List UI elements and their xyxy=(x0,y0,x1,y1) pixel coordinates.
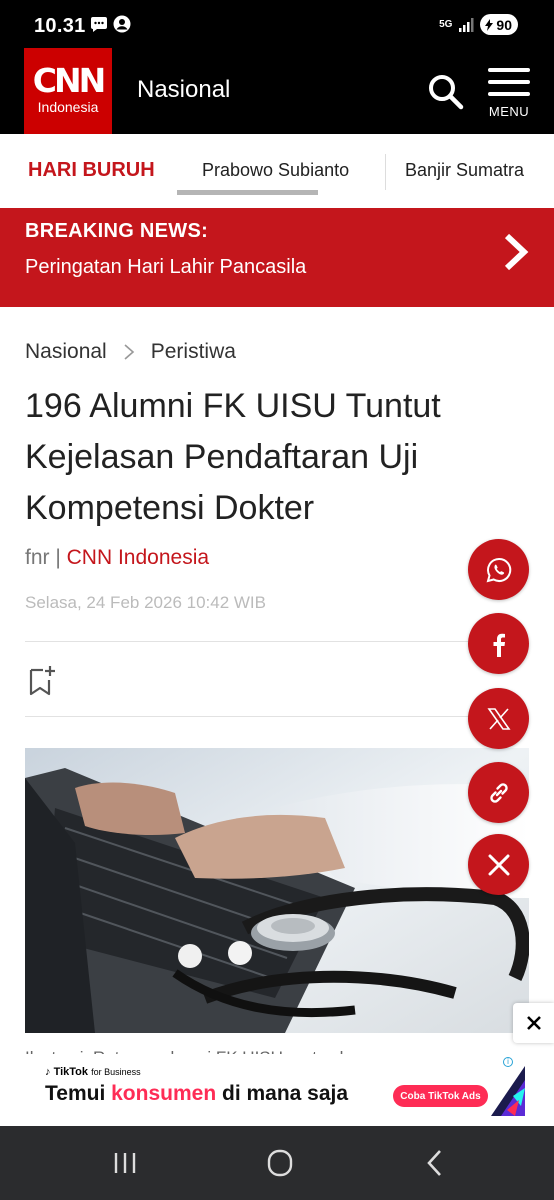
back-icon[interactable] xyxy=(413,1146,457,1180)
topic-scroll-indicator xyxy=(177,190,318,195)
article-author: fnr xyxy=(25,546,50,569)
recent-apps-icon[interactable] xyxy=(103,1146,147,1180)
whatsapp-icon xyxy=(486,557,511,582)
hamburger-icon-line xyxy=(488,92,530,96)
article-photo[interactable] xyxy=(25,748,529,1033)
chevron-right-icon xyxy=(124,344,134,360)
status-time: 10.31 xyxy=(34,15,86,37)
topic-hari-buruh[interactable]: HARI BURUH xyxy=(28,159,155,182)
x-icon xyxy=(486,707,511,730)
chevron-right-icon[interactable] xyxy=(498,230,534,274)
topic-banjir-sumatra[interactable]: Banjir Sumatra xyxy=(405,160,524,181)
site-header: CNN Indonesia Nasional MENU xyxy=(0,48,554,134)
home-icon[interactable] xyxy=(258,1146,302,1180)
close-icon xyxy=(488,854,509,875)
share-copy-link-button[interactable] xyxy=(468,762,529,823)
chat-bubble-icon xyxy=(91,17,107,32)
ad-brand: ♪ TikTok for Business xyxy=(45,1066,141,1078)
signal-icon xyxy=(459,17,474,32)
ad-decorative-graphic xyxy=(491,1066,525,1116)
breadcrumb-item-nasional[interactable]: Nasional xyxy=(25,340,107,364)
tiktok-logo-icon: ♪ xyxy=(45,1066,51,1078)
divider xyxy=(25,716,529,717)
share-x-button[interactable] xyxy=(468,688,529,749)
topic-tabs: HARI BURUH Prabowo Subianto Banjir Sumat… xyxy=(0,134,554,208)
status-bar: 10.31 5G 90 xyxy=(0,0,554,48)
topic-prabowo-subianto[interactable]: Prabowo Subianto xyxy=(202,160,349,181)
logo-main-text: CNN xyxy=(32,61,106,100)
battery-icon: 90 xyxy=(480,14,518,35)
byline-separator: | xyxy=(49,546,67,569)
breaking-news-banner[interactable]: BREAKING NEWS: Peringatan Hari Lahir Pan… xyxy=(0,208,554,307)
link-icon xyxy=(489,782,508,803)
system-navigation-bar xyxy=(0,1126,554,1200)
cnn-indonesia-logo[interactable]: CNN Indonesia xyxy=(24,48,112,134)
ad-brand-name: TikTok xyxy=(53,1066,88,1078)
hamburger-icon xyxy=(488,68,530,72)
breadcrumb-item-peristiwa[interactable]: Peristiwa xyxy=(151,340,236,364)
facebook-icon xyxy=(493,633,505,657)
share-facebook-button[interactable] xyxy=(468,613,529,674)
article-headline: 196 Alumni FK UISU Tuntut Kejelasan Pend… xyxy=(25,387,441,527)
article-source-link[interactable]: CNN Indonesia xyxy=(67,546,209,569)
battery-level: 90 xyxy=(496,16,512,33)
close-icon xyxy=(526,1016,541,1030)
article-byline: fnr | CNN Indonesia xyxy=(25,546,209,570)
hamburger-icon-line xyxy=(488,80,530,84)
share-whatsapp-button[interactable] xyxy=(468,539,529,600)
breaking-news-text[interactable]: Peringatan Hari Lahir Pancasila xyxy=(25,256,306,279)
divider xyxy=(25,641,529,642)
ad-headline-pre: Temui xyxy=(45,1082,112,1105)
tiktok-ad-banner[interactable]: ♪ TikTok for Business Temui konsumen di … xyxy=(25,1054,529,1120)
share-close-button[interactable] xyxy=(468,834,529,895)
network-5g-icon: 5G xyxy=(439,18,453,30)
account-circle-icon xyxy=(113,15,131,33)
ad-brand-suffix: for Business xyxy=(91,1067,141,1077)
bookmark-add-icon[interactable] xyxy=(28,664,58,696)
section-title[interactable]: Nasional xyxy=(137,76,230,104)
ad-cta-button[interactable]: Coba TikTok Ads xyxy=(393,1085,488,1107)
ad-headline: Temui konsumen di mana saja xyxy=(45,1082,348,1106)
article-date: Selasa, 24 Feb 2026 10:42 WIB xyxy=(25,593,266,612)
breaking-news-label: BREAKING NEWS: xyxy=(25,220,209,242)
topic-divider xyxy=(385,154,386,190)
ad-headline-post: di mana saja xyxy=(216,1082,349,1105)
breadcrumb: Nasional Peristiwa xyxy=(25,340,236,364)
menu-label: MENU xyxy=(488,104,530,119)
ad-headline-accent: konsumen xyxy=(111,1082,217,1105)
ad-close-button[interactable] xyxy=(513,1003,554,1043)
search-icon[interactable] xyxy=(426,72,466,112)
logo-sub-text: Indonesia xyxy=(37,99,99,115)
menu-button[interactable]: MENU xyxy=(484,68,534,130)
